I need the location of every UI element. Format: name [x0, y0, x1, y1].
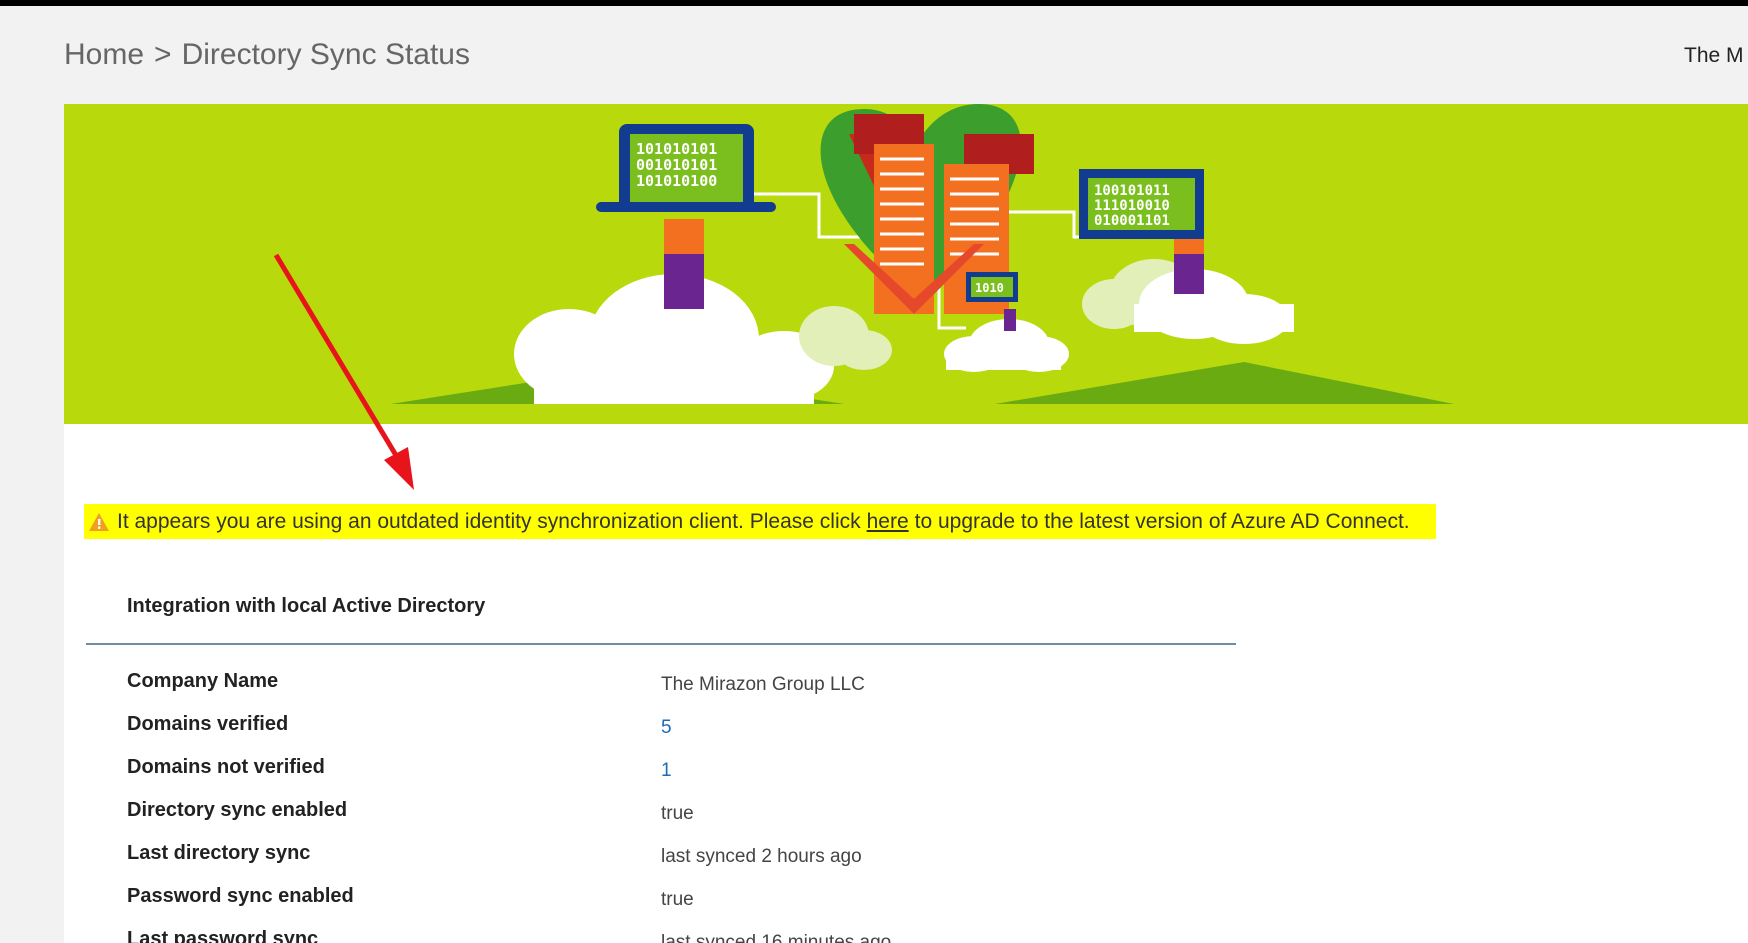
upgrade-here-link[interactable]: here — [867, 510, 909, 534]
property-label: Last password sync — [127, 928, 319, 943]
banner-binary-right-2: 111010010 — [1094, 198, 1170, 214]
warning-triangle-icon — [89, 512, 109, 531]
breadcrumb: Home > Directory Sync Status — [64, 38, 470, 72]
property-row-directory-sync-enabled: Directory sync enabled true — [127, 789, 1027, 832]
breadcrumb-separator: > — [154, 38, 172, 71]
banner-binary-right-3: 010001101 — [1094, 213, 1170, 229]
domains-verified-link[interactable]: 5 — [661, 717, 672, 739]
directory-properties-list: Company Name The Mirazon Group LLC Domai… — [127, 660, 1027, 943]
directory-sync-banner-illustration: 101010101 001010101 101010100 100101011 … — [64, 104, 1748, 424]
property-row-last-directory-sync: Last directory sync last synced 2 hours … — [127, 832, 1027, 875]
property-label: Directory sync enabled — [127, 799, 348, 821]
property-label: Last directory sync — [127, 842, 311, 864]
warning-text-before: It appears you are using an outdated ide… — [117, 509, 861, 533]
property-value: last synced 2 hours ago — [661, 846, 862, 867]
section-divider — [86, 643, 1236, 645]
top-bar — [0, 0, 1748, 6]
section-title: Integration with local Active Directory — [127, 595, 486, 617]
property-label: Password sync enabled — [127, 885, 354, 907]
property-value: The Mirazon Group LLC — [661, 674, 865, 695]
property-row-domains-verified: Domains verified 5 — [127, 703, 1027, 746]
property-row-last-password-sync: Last password sync last synced 16 minute… — [127, 918, 1027, 943]
property-row-password-sync-enabled: Password sync enabled true — [127, 875, 1027, 918]
property-label: Domains not verified — [127, 756, 325, 778]
property-row-company-name: Company Name The Mirazon Group LLC — [127, 660, 1027, 703]
property-row-domains-not-verified: Domains not verified 1 — [127, 746, 1027, 789]
banner-binary-small: 1010 — [975, 281, 1004, 295]
domains-not-verified-link[interactable]: 1 — [661, 760, 672, 782]
warning-text-after: to upgrade to the latest version of Azur… — [914, 509, 1410, 533]
property-value: true — [661, 803, 694, 824]
outdated-client-warning: It appears you are using an outdated ide… — [84, 504, 1436, 539]
page-title: Directory Sync Status — [181, 38, 470, 71]
tenant-name[interactable]: The M — [1684, 44, 1748, 68]
breadcrumb-home-link[interactable]: Home — [64, 38, 144, 71]
property-label: Company Name — [127, 670, 279, 692]
content-panel: 101010101 001010101 101010100 100101011 … — [64, 104, 1748, 943]
banner-binary-right-1: 100101011 — [1094, 183, 1170, 199]
banner-illustration: 101010101 001010101 101010100 100101011 … — [64, 104, 1748, 424]
property-value: true — [661, 889, 694, 910]
property-label: Domains verified — [127, 713, 289, 735]
banner-binary-left-3: 101010100 — [636, 172, 717, 190]
property-value: last synced 16 minutes ago — [661, 932, 892, 943]
